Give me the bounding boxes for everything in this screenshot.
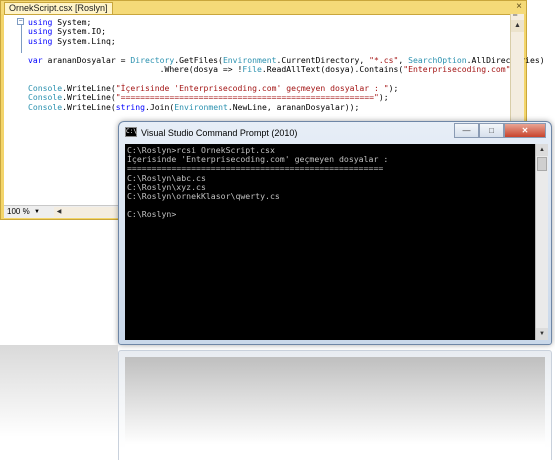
scroll-down-icon[interactable]: ▼	[536, 328, 548, 340]
code-line-10: Console.WriteLine(string.Join(Environmen…	[28, 101, 360, 112]
maximize-button[interactable]: □	[479, 123, 504, 138]
scroll-up-icon[interactable]: ▲	[511, 20, 524, 32]
close-icon[interactable]: ×	[514, 1, 524, 13]
close-button[interactable]: ✕	[504, 123, 546, 138]
window-reflection	[118, 350, 552, 460]
scroll-up-icon[interactable]: ▲	[536, 144, 548, 156]
console-line: C:\Roslyn\ornekKlasor\qwerty.cs	[127, 191, 280, 202]
console-text: C:\Roslyn>rcsi OrnekScript.csx İçerisind…	[127, 145, 388, 220]
console-line: C:\Roslyn>	[127, 209, 177, 220]
scroll-left-icon[interactable]: ◀	[54, 207, 64, 217]
editor-gutter: −	[4, 15, 24, 205]
editor-tab-title: OrnekScript.csx [Roslyn]	[9, 3, 108, 13]
code-line-3: using System.Linq;	[28, 35, 116, 46]
caption-buttons: — □ ✕	[454, 123, 546, 139]
console-scrollbar[interactable]: ▲ ▼	[535, 144, 548, 340]
collapse-icon[interactable]: −	[17, 18, 24, 25]
command-prompt-window: C:\ Visual Studio Command Prompt (2010) …	[118, 121, 552, 345]
reflection-screen	[125, 357, 545, 460]
zoom-dropdown[interactable]: 100 % ▼	[7, 207, 47, 217]
console-icon[interactable]: C:\	[125, 127, 137, 137]
scroll-thumb[interactable]	[537, 157, 547, 171]
window-title: Visual Studio Command Prompt (2010)	[141, 128, 298, 138]
code-text[interactable]: using System; using System.IO; using Sys…	[28, 17, 545, 112]
minimize-button[interactable]: —	[454, 123, 479, 138]
zoom-value: 100 %	[7, 207, 30, 216]
code-line-6: .Where(dosya => !File.ReadAllText(dosya)…	[28, 64, 526, 75]
chevron-down-icon: ▼	[34, 209, 40, 215]
reflection-shadow	[0, 345, 118, 460]
console-output[interactable]: C:\Roslyn>rcsi OrnekScript.csx İçerisind…	[125, 144, 535, 340]
splitter-icon[interactable]: ═	[513, 13, 522, 19]
editor-tab-bar: OrnekScript.csx [Roslyn] ×	[1, 1, 526, 15]
